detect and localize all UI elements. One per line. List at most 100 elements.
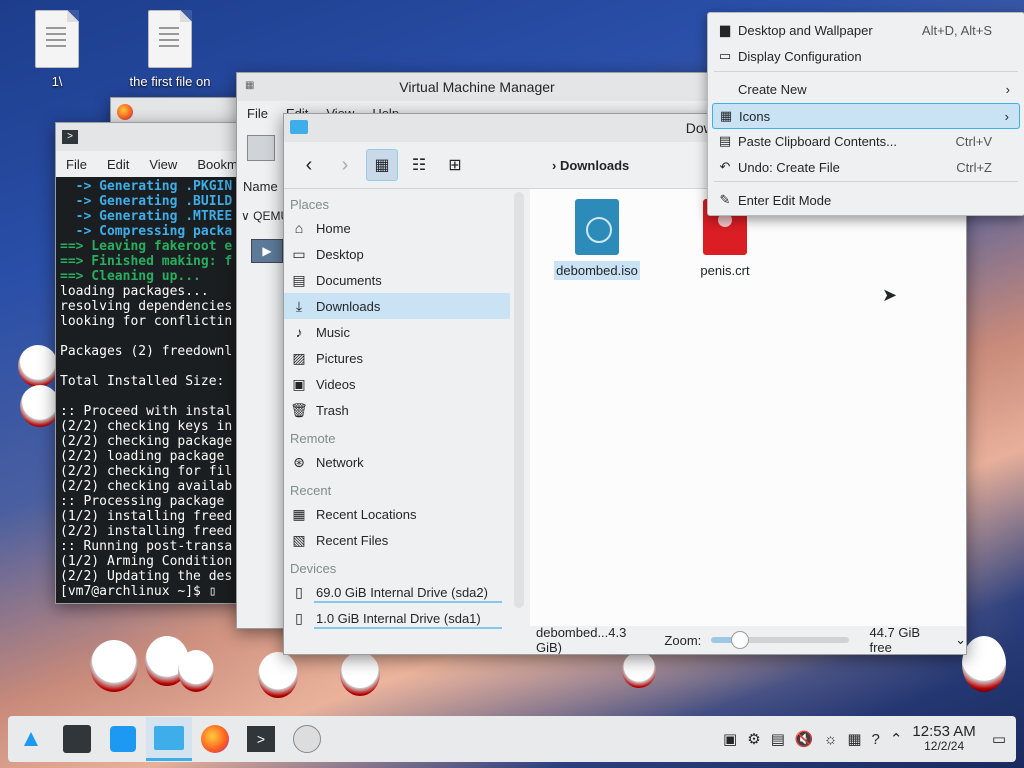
mascot-sticker [340,652,380,696]
places-item[interactable]: ▯ 1.0 GiB Internal Drive (sda1) [284,605,510,631]
mascot-sticker [178,650,214,692]
places-item-label: Music [316,324,350,340]
context-menu-item[interactable]: ✎ Enter Edit Mode [712,188,1020,212]
selection-info: debombed...4.3 GiB) [536,625,627,655]
vmm-titlebar: ▦ Virtual Machine Manager [237,73,717,101]
volume-muted-icon[interactable]: 🔇 [795,730,814,748]
places-item[interactable]: ▣ Videos [284,371,510,397]
desktop-file-label: 1\ [51,74,63,89]
text-file-icon [35,10,79,68]
context-menu-label: Desktop and Wallpaper [738,22,873,38]
discover-task[interactable] [100,717,146,761]
firefox-task[interactable] [192,717,238,761]
places-item[interactable]: ⊛ Network [284,449,510,475]
zoom-slider[interactable] [711,631,850,649]
places-item[interactable]: ▤ Documents [284,267,510,293]
terminal-task[interactable]: > [238,717,284,761]
context-menu-label: Display Configuration [738,48,862,64]
places-item-label: Desktop [316,246,364,262]
drive-icon: ▯ [295,583,303,600]
file-view[interactable]: debombed.iso penis.crt ➤ [530,189,966,626]
vm-monitor-icon[interactable]: ▶ [251,239,283,263]
context-menu-item[interactable]: Create New › [712,77,1020,101]
icons-view-icon[interactable]: ▦ [366,149,398,181]
clipboard-icon[interactable]: ▤ [771,730,785,748]
places-item[interactable]: ▨ Pictures [284,345,510,371]
chevron-right-icon: › [1005,81,1010,97]
clock[interactable]: 12:53 AM 12/2/24 [912,724,975,754]
clock-date: 12/2/24 [924,739,965,753]
places-item[interactable]: 🗑 Trash [284,397,510,423]
vmm-column-name: Name [243,179,278,194]
chevron-up-icon[interactable]: ⌃ [890,730,903,748]
firefox-icon [117,104,133,120]
tree-view-icon[interactable]: ⊞ [440,150,470,180]
places-item-label: 69.0 GiB Internal Drive (sda2) [316,584,488,600]
context-menu-item[interactable]: ▤ Paste Clipboard Contents... Ctrl+V [712,129,1020,153]
vmm-menu-file[interactable]: File [247,106,268,121]
context-menu-shortcut: Ctrl+Z [956,159,992,175]
app-launcher-icon[interactable]: ▲ [8,717,54,761]
terminal-line: (2/2) loading package [60,449,225,464]
discover-icon [110,726,136,752]
places-item[interactable]: ▧ Recent Files [284,527,510,553]
monitor-icon[interactable] [247,135,275,161]
taskbar: ▲ > ▣ ⚙ ▤ 🔇 ☼ ▦ ? ⌃ 12:53 AM 12/2/24 ▭ [8,716,1016,762]
places-item-label: Videos [316,376,356,392]
context-menu-item[interactable]: ↶ Undo: Create File Ctrl+Z [712,155,1020,179]
vmm-connection-row[interactable]: ∨ QEMU [241,209,289,223]
context-menu-item[interactable]: ▦ Icons › [712,103,1020,129]
terminal-line: (2/2) checking for fil [60,464,233,479]
help-icon[interactable]: ? [872,731,880,748]
terminal-line: :: Proceed with instal [60,404,233,419]
terminal-output[interactable]: -> Generating .PKGIN -> Generating .BUIL… [56,177,246,603]
zoom-slider-handle[interactable] [731,631,750,649]
places-item-label: 1.0 GiB Internal Drive (sda1) [316,610,481,626]
terminal-menubar: File Edit View Bookm [56,151,246,177]
vmm-task[interactable] [284,717,330,761]
desktop-file-icon[interactable]: 1\ [0,10,117,89]
places-item[interactable]: ♪ Music [284,319,510,345]
details-view-icon[interactable]: ☷ [404,150,434,180]
breadcrumb[interactable]: › Downloads [552,158,629,173]
settings-task[interactable] [54,717,100,761]
terminal-window[interactable]: > File Edit View Bookm -> Generating .PK… [55,122,247,604]
clock-time: 12:53 AM [912,723,976,740]
desktop-file-icon[interactable]: the first file on [110,10,230,89]
terminal-menu-bookmarks[interactable]: Bookm [197,157,237,172]
places-item[interactable]: ▭ Desktop [284,241,510,267]
breadcrumb-arrow-icon: › [552,157,560,173]
dolphin-task[interactable] [146,717,192,761]
folder-icon [290,120,308,134]
firefox-icon [201,725,229,753]
show-desktop-icon[interactable]: ▭ [992,730,1006,748]
forward-icon[interactable]: › [330,150,360,180]
zoom-label: Zoom: [664,632,702,648]
places-scrollbar[interactable] [514,192,524,608]
terminal-menu-edit[interactable]: Edit [107,157,129,172]
terminal-menu-view[interactable]: View [149,157,177,172]
terminal-line: (2/2) Updating the des [60,569,233,584]
back-icon[interactable]: ‹ [294,150,324,180]
file-item[interactable]: debombed.iso [552,199,642,280]
places-panel: Places ⌂ Home ▭ Desktop ▤ Documents ⤓ Downloads ♪… [284,189,510,654]
context-menu-item[interactable]: ▆ Desktop and Wallpaper Alt+D, Alt+S [712,18,1020,42]
terminal-menu-file[interactable]: File [66,157,87,172]
places-section-header: Places [290,197,330,212]
virt-manager-icon [293,725,321,753]
places-item[interactable]: ⌂ Home [284,215,510,241]
context-menu-item[interactable]: ▭ Display Configuration [712,44,1020,68]
brightness-icon[interactable]: ☼ [824,731,838,748]
places-item[interactable]: ▯ 69.0 GiB Internal Drive (sda2) [284,579,510,605]
terminal-line: (2/2) checking package [60,434,233,449]
chevron-down-icon[interactable]: ⌄ [955,632,966,648]
terminal-line: resolving dependencies [60,299,233,314]
kde-connect-icon[interactable]: ⚙ [747,730,760,748]
places-item-label: Network [316,454,364,470]
clipboard-manager-icon[interactable]: ▣ [723,730,737,748]
disk-icon[interactable]: ▦ [847,730,861,748]
menu-separator [714,181,1018,182]
free-space[interactable]: 44.7 GiB free [869,625,945,654]
places-item[interactable]: ▦ Recent Locations [284,501,510,527]
places-item[interactable]: ⤓ Downloads [284,293,510,319]
